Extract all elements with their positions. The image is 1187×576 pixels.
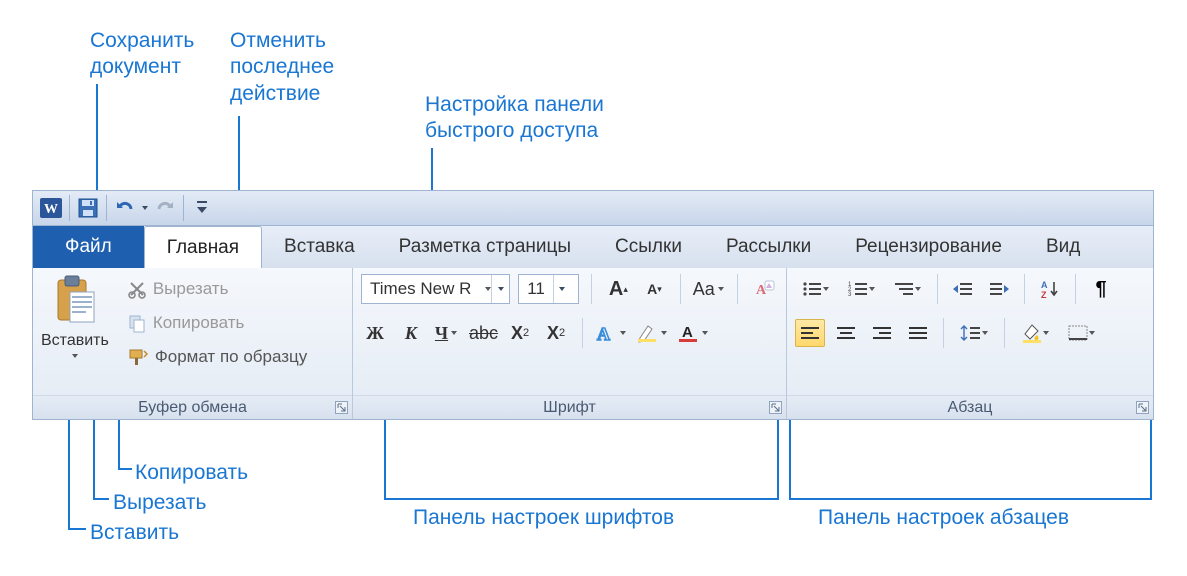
superscript-button[interactable]: X2 [542,319,570,347]
tab-view[interactable]: Вид [1024,226,1102,268]
callout-undo: Отменить последнее действие [230,28,334,107]
highlight-button[interactable] [636,319,669,347]
leader-line [68,420,70,530]
font-family-combo[interactable]: Times New R [361,274,510,304]
group-clipboard: Вставить Вырезать Копировать Формат по о… [33,268,353,419]
separator [106,195,107,221]
bullets-button[interactable] [795,275,835,303]
subscript-button[interactable]: X2 [506,319,534,347]
leader-line [93,498,109,500]
leader-line [68,528,86,530]
paste-button[interactable]: Вставить [41,274,117,358]
callout-save: Сохранить документ [90,28,194,81]
clear-formatting-button[interactable]: A [750,275,778,303]
word-logo-icon[interactable]: W [37,194,65,222]
paste-label: Вставить [41,332,109,350]
callout-cut: Вырезать [113,490,206,516]
grow-font-button[interactable]: A▴ [604,275,632,303]
numbering-button[interactable]: 123 [841,275,881,303]
leader-line [384,420,386,500]
leader-line [118,468,132,470]
redo-button[interactable] [151,194,179,222]
shading-button[interactable] [1015,319,1055,347]
save-button[interactable] [74,194,102,222]
align-right-button[interactable] [867,319,897,347]
leader-line [777,420,779,500]
tab-mailings[interactable]: Рассылки [704,226,833,268]
svg-text:Z: Z [1041,290,1047,299]
borders-button[interactable] [1061,319,1101,347]
change-case-button[interactable]: Aa [693,275,725,303]
callout-customize: Настройка панели быстрого доступа [425,92,604,145]
line-spacing-button[interactable] [954,319,994,347]
copy-label: Копировать [153,313,245,333]
strikethrough-button[interactable]: abc [469,319,498,347]
tab-file[interactable]: Файл [33,226,144,268]
svg-text:3: 3 [848,292,852,298]
font-size-combo[interactable]: 11 [518,274,579,304]
align-justify-button[interactable] [903,319,933,347]
callout-paste: Вставить [90,520,179,546]
callout-font-panel: Панель настроек шрифтов [413,505,674,531]
italic-button[interactable]: К [397,319,425,347]
format-painter-label: Формат по образцу [155,347,307,367]
decrease-indent-button[interactable] [948,275,978,303]
separator [183,195,184,221]
underline-button[interactable]: Ч [433,319,461,347]
group-label-paragraph: Абзац [787,395,1153,419]
copy-button[interactable]: Копировать [123,308,311,338]
group-label-clipboard: Буфер обмена [33,395,352,419]
callout-paragraph-panel: Панель настроек абзацев [818,505,1069,531]
leader-line [789,498,1152,500]
leader-line [238,116,240,200]
show-marks-button[interactable]: ¶ [1086,275,1116,303]
paragraph-launcher[interactable] [1136,401,1149,414]
leader-line [1150,420,1152,500]
align-center-button[interactable] [831,319,861,347]
undo-dropdown[interactable] [141,194,149,222]
leader-line [96,84,98,200]
format-painter-button[interactable]: Формат по образцу [123,342,311,372]
leader-line [118,420,120,470]
tab-page-layout[interactable]: Разметка страницы [377,226,593,268]
leader-line [93,420,95,500]
font-launcher[interactable] [769,401,782,414]
ribbon-body: Вставить Вырезать Копировать Формат по о… [32,268,1154,420]
cut-label: Вырезать [153,279,229,299]
cut-button[interactable]: Вырезать [123,274,311,304]
font-color-button[interactable]: A [677,319,710,347]
increase-indent-button[interactable] [984,275,1014,303]
paste-dropdown-icon[interactable] [72,354,78,358]
tab-insert[interactable]: Вставка [262,226,377,268]
callout-copy: Копировать [135,460,248,486]
svg-text:A: A [682,324,693,341]
quick-access-toolbar: W [32,190,1154,226]
clipboard-launcher[interactable] [335,401,348,414]
tab-references[interactable]: Ссылки [593,226,704,268]
svg-text:A: A [597,324,610,344]
tab-home[interactable]: Главная [144,226,262,268]
bold-button[interactable]: Ж [361,319,389,347]
multilevel-list-button[interactable] [887,275,927,303]
leader-line [384,498,779,500]
ribbon: W Файл Главная Вставка Разметка страницы… [32,190,1154,420]
leader-line [789,420,791,500]
group-font: Times New R 11 A▴ A▾ Aa A [353,268,787,419]
svg-text:W: W [44,202,58,217]
separator [69,195,70,221]
tab-review[interactable]: Рецензирование [833,226,1024,268]
ribbon-tabs: Файл Главная Вставка Разметка страницы С… [32,226,1154,268]
text-effects-button[interactable]: A [595,319,628,347]
svg-text:A: A [1041,280,1048,290]
customize-qat-button[interactable] [188,194,216,222]
undo-button[interactable] [111,194,139,222]
align-left-button[interactable] [795,319,825,347]
group-paragraph: 123 AZ ¶ [787,268,1153,419]
group-label-font: Шрифт [353,395,786,419]
shrink-font-button[interactable]: A▾ [640,275,668,303]
sort-button[interactable]: AZ [1035,275,1065,303]
